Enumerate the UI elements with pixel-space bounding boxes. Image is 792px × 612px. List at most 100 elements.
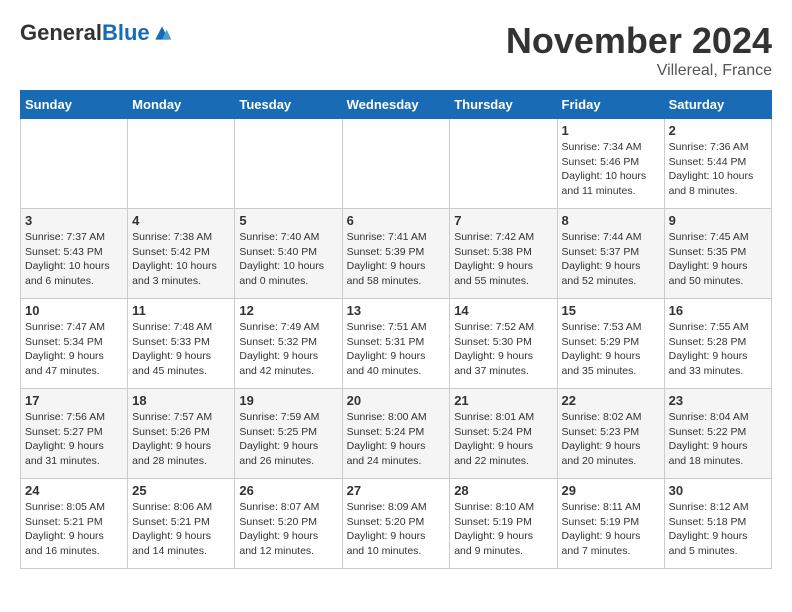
calendar-day-cell: 27 Sunrise: 8:09 AMSunset: 5:20 PMDayligh…	[342, 479, 450, 569]
day-of-week-header: Thursday	[450, 91, 557, 119]
day-number: 19	[239, 393, 337, 408]
calendar-week-row: 24 Sunrise: 8:05 AMSunset: 5:21 PMDayligh…	[21, 479, 772, 569]
calendar-week-row: 10 Sunrise: 7:47 AMSunset: 5:34 PMDayligh…	[21, 299, 772, 389]
day-number: 4	[132, 213, 230, 228]
calendar-day-cell: 3 Sunrise: 7:37 AMSunset: 5:43 PMDaylight…	[21, 209, 128, 299]
day-number: 5	[239, 213, 337, 228]
day-info: Sunrise: 7:41 AMSunset: 5:39 PMDaylight:…	[347, 230, 446, 289]
day-number: 24	[25, 483, 123, 498]
day-info: Sunrise: 7:47 AMSunset: 5:34 PMDaylight:…	[25, 320, 123, 379]
day-info: Sunrise: 8:12 AMSunset: 5:18 PMDaylight:…	[669, 500, 767, 559]
day-number: 10	[25, 303, 123, 318]
day-number: 13	[347, 303, 446, 318]
day-info: Sunrise: 7:37 AMSunset: 5:43 PMDaylight:…	[25, 230, 123, 289]
logo-general: GeneralBlue	[20, 20, 150, 46]
calendar-day-cell: 9 Sunrise: 7:45 AMSunset: 5:35 PMDaylight…	[664, 209, 771, 299]
calendar-day-cell: 14 Sunrise: 7:52 AMSunset: 5:30 PMDayligh…	[450, 299, 557, 389]
calendar-day-cell: 2Sunrise: 7:36 AMSunset: 5:44 PMDaylight…	[664, 119, 771, 209]
calendar-body: 1 Sunrise: 7:34 AMSunset: 5:46 PMDaylight…	[21, 119, 772, 569]
day-number: 16	[669, 303, 767, 318]
day-number: 9	[669, 213, 767, 228]
day-number: 2	[669, 123, 767, 138]
day-info: Sunrise: 7:59 AMSunset: 5:25 PMDaylight:…	[239, 410, 337, 469]
calendar-day-cell: 15 Sunrise: 7:53 AMSunset: 5:29 PMDayligh…	[557, 299, 664, 389]
days-of-week-row: SundayMondayTuesdayWednesdayThursdayFrid…	[21, 91, 772, 119]
day-number: 23	[669, 393, 767, 408]
day-number: 29	[562, 483, 660, 498]
day-number: 7	[454, 213, 552, 228]
day-info: Sunrise: 7:52 AMSunset: 5:30 PMDaylight:…	[454, 320, 552, 379]
day-info: Sunrise: 8:01 AMSunset: 5:24 PMDaylight:…	[454, 410, 552, 469]
day-info: Sunrise: 7:34 AMSunset: 5:46 PMDaylight:…	[562, 140, 660, 199]
logo: GeneralBlue	[20, 20, 172, 46]
day-number: 18	[132, 393, 230, 408]
calendar-day-cell: 28 Sunrise: 8:10 AMSunset: 5:19 PMDayligh…	[450, 479, 557, 569]
calendar-day-cell	[128, 119, 235, 209]
day-info: Sunrise: 7:55 AMSunset: 5:28 PMDaylight:…	[669, 320, 767, 379]
calendar-day-cell: 20Sunrise: 8:00 AMSunset: 5:24 PMDayligh…	[342, 389, 450, 479]
day-info: Sunrise: 8:09 AMSunset: 5:20 PMDaylight:…	[347, 500, 446, 559]
day-number: 27	[347, 483, 446, 498]
day-number: 6	[347, 213, 446, 228]
calendar-day-cell: 30Sunrise: 8:12 AMSunset: 5:18 PMDayligh…	[664, 479, 771, 569]
day-number: 1	[562, 123, 660, 138]
calendar-day-cell: 26Sunrise: 8:07 AMSunset: 5:20 PMDayligh…	[235, 479, 342, 569]
calendar-week-row: 1 Sunrise: 7:34 AMSunset: 5:46 PMDaylight…	[21, 119, 772, 209]
day-of-week-header: Friday	[557, 91, 664, 119]
calendar-day-cell: 21 Sunrise: 8:01 AMSunset: 5:24 PMDayligh…	[450, 389, 557, 479]
day-info: Sunrise: 7:48 AMSunset: 5:33 PMDaylight:…	[132, 320, 230, 379]
day-number: 21	[454, 393, 552, 408]
calendar-day-cell: 23 Sunrise: 8:04 AMSunset: 5:22 PMDayligh…	[664, 389, 771, 479]
day-of-week-header: Tuesday	[235, 91, 342, 119]
calendar-day-cell: 8Sunrise: 7:44 AMSunset: 5:37 PMDaylight…	[557, 209, 664, 299]
day-number: 11	[132, 303, 230, 318]
day-info: Sunrise: 7:38 AMSunset: 5:42 PMDaylight:…	[132, 230, 230, 289]
day-info: Sunrise: 7:45 AMSunset: 5:35 PMDaylight:…	[669, 230, 767, 289]
calendar-day-cell: 6 Sunrise: 7:41 AMSunset: 5:39 PMDaylight…	[342, 209, 450, 299]
calendar-day-cell: 25 Sunrise: 8:06 AMSunset: 5:21 PMDayligh…	[128, 479, 235, 569]
day-info: Sunrise: 8:04 AMSunset: 5:22 PMDaylight:…	[669, 410, 767, 469]
calendar-day-cell: 12Sunrise: 7:49 AMSunset: 5:32 PMDayligh…	[235, 299, 342, 389]
calendar-day-cell: 7 Sunrise: 7:42 AMSunset: 5:38 PMDaylight…	[450, 209, 557, 299]
day-number: 17	[25, 393, 123, 408]
day-info: Sunrise: 8:10 AMSunset: 5:19 PMDaylight:…	[454, 500, 552, 559]
day-info: Sunrise: 7:42 AMSunset: 5:38 PMDaylight:…	[454, 230, 552, 289]
day-info: Sunrise: 8:02 AMSunset: 5:23 PMDaylight:…	[562, 410, 660, 469]
day-of-week-header: Sunday	[21, 91, 128, 119]
calendar-day-cell: 19 Sunrise: 7:59 AMSunset: 5:25 PMDayligh…	[235, 389, 342, 479]
day-info: Sunrise: 8:05 AMSunset: 5:21 PMDaylight:…	[25, 500, 123, 559]
location-heading: Villereal, France	[506, 62, 772, 80]
calendar-day-cell	[21, 119, 128, 209]
calendar-day-cell: 5 Sunrise: 7:40 AMSunset: 5:40 PMDaylight…	[235, 209, 342, 299]
day-number: 25	[132, 483, 230, 498]
logo-icon	[152, 23, 172, 43]
calendar-day-cell: 10 Sunrise: 7:47 AMSunset: 5:34 PMDayligh…	[21, 299, 128, 389]
day-number: 14	[454, 303, 552, 318]
day-number: 3	[25, 213, 123, 228]
day-info: Sunrise: 7:40 AMSunset: 5:40 PMDaylight:…	[239, 230, 337, 289]
calendar-day-cell	[450, 119, 557, 209]
calendar-table: SundayMondayTuesdayWednesdayThursdayFrid…	[20, 90, 772, 569]
month-year-heading: November 2024	[506, 20, 772, 62]
day-info: Sunrise: 7:56 AMSunset: 5:27 PMDaylight:…	[25, 410, 123, 469]
day-info: Sunrise: 8:06 AMSunset: 5:21 PMDaylight:…	[132, 500, 230, 559]
page-header: GeneralBlue November 2024 Villereal, Fra…	[20, 20, 772, 80]
day-number: 15	[562, 303, 660, 318]
day-of-week-header: Monday	[128, 91, 235, 119]
calendar-week-row: 17 Sunrise: 7:56 AMSunset: 5:27 PMDayligh…	[21, 389, 772, 479]
calendar-day-cell: 29Sunrise: 8:11 AMSunset: 5:19 PMDayligh…	[557, 479, 664, 569]
calendar-day-cell: 13Sunrise: 7:51 AMSunset: 5:31 PMDayligh…	[342, 299, 450, 389]
day-info: Sunrise: 7:53 AMSunset: 5:29 PMDaylight:…	[562, 320, 660, 379]
calendar-day-cell: 24 Sunrise: 8:05 AMSunset: 5:21 PMDayligh…	[21, 479, 128, 569]
day-number: 28	[454, 483, 552, 498]
calendar-day-cell: 22Sunrise: 8:02 AMSunset: 5:23 PMDayligh…	[557, 389, 664, 479]
day-of-week-header: Wednesday	[342, 91, 450, 119]
day-info: Sunrise: 8:07 AMSunset: 5:20 PMDaylight:…	[239, 500, 337, 559]
calendar-day-cell: 1 Sunrise: 7:34 AMSunset: 5:46 PMDaylight…	[557, 119, 664, 209]
calendar-day-cell	[342, 119, 450, 209]
day-info: Sunrise: 8:00 AMSunset: 5:24 PMDaylight:…	[347, 410, 446, 469]
calendar-day-cell: 18Sunrise: 7:57 AMSunset: 5:26 PMDayligh…	[128, 389, 235, 479]
calendar-day-cell	[235, 119, 342, 209]
day-of-week-header: Saturday	[664, 91, 771, 119]
day-number: 12	[239, 303, 337, 318]
